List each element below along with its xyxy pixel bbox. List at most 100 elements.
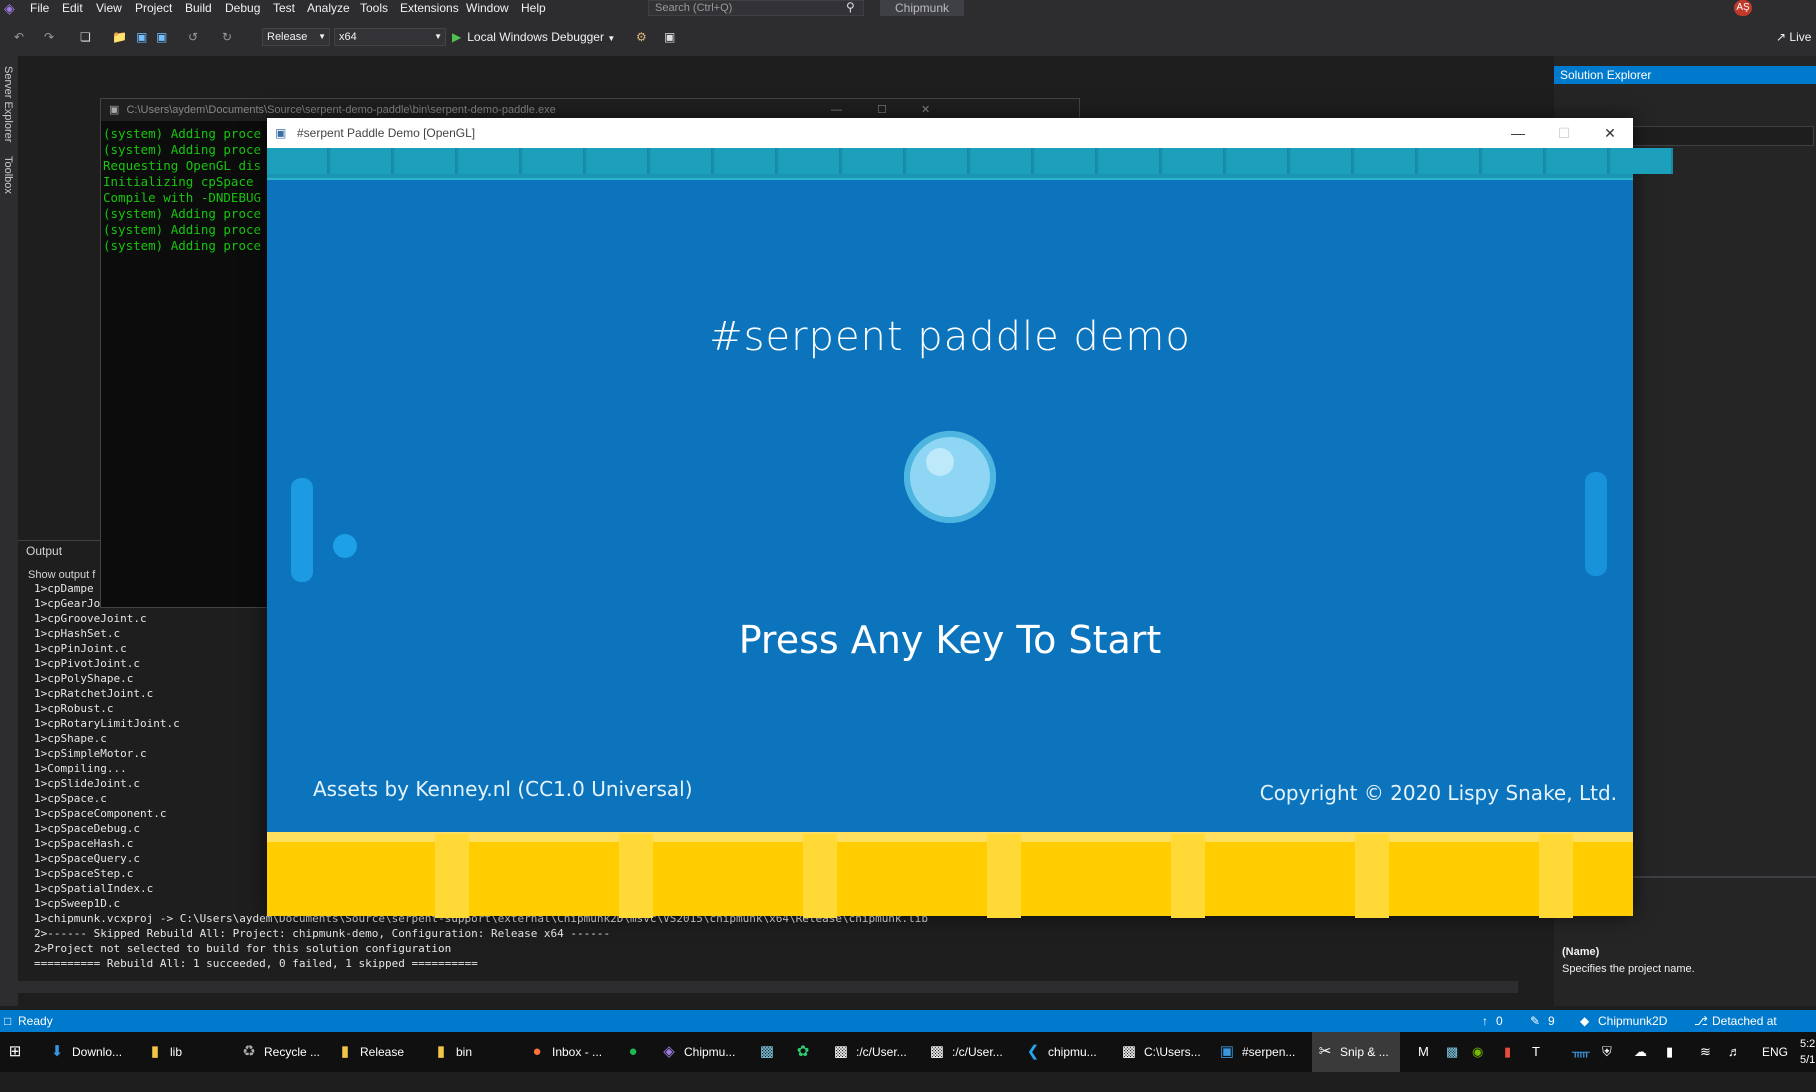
console-line: (system) Adding proce xyxy=(103,126,262,141)
wall-brick xyxy=(459,148,521,174)
taskbar-item-console[interactable]: ▩ C:\Users... xyxy=(1120,1032,1201,1072)
taskbar-item-app2[interactable]: ✿ xyxy=(794,1032,818,1072)
edit-count[interactable]: 9 xyxy=(1548,1010,1555,1032)
taskbar-item-bin[interactable]: ▮ bin xyxy=(432,1032,472,1072)
save-icon[interactable]: ▣ xyxy=(136,30,147,44)
taskbar-item-spotify[interactable]: ● xyxy=(624,1032,648,1072)
game-window-icon: ▣ xyxy=(1219,1043,1235,1060)
menu-help[interactable]: Help xyxy=(521,0,546,16)
open-folder-icon[interactable]: 📁 xyxy=(112,30,127,44)
property-name: (Name) xyxy=(1562,946,1600,958)
tray-app-icon[interactable]: ▮ xyxy=(1504,1032,1511,1072)
screenshot-icon[interactable]: ▣ xyxy=(664,30,675,44)
menu-file[interactable]: File xyxy=(30,0,49,16)
back-icon[interactable]: ↶ xyxy=(14,30,24,44)
taskbar-item-lib[interactable]: ▮ lib xyxy=(146,1032,182,1072)
solution-explorer-title[interactable]: Solution Explorer xyxy=(1554,66,1816,84)
menu-edit[interactable]: Edit xyxy=(62,0,83,16)
output-line: 1>cpGrooveJoint.c xyxy=(34,612,147,625)
tray-vpn-icon[interactable]: ▩ xyxy=(1446,1032,1458,1072)
clock-date[interactable]: 5/1 xyxy=(1800,1052,1815,1092)
live-share-button[interactable]: ↗ Live xyxy=(1776,30,1811,44)
tray-nvidia-icon[interactable]: ◉ xyxy=(1472,1032,1483,1072)
toolbox-tab[interactable]: Toolbox xyxy=(0,156,14,194)
terminal-icon: ▩ xyxy=(833,1043,849,1060)
output-line: 2>Project not selected to build for this… xyxy=(34,942,452,955)
undo-icon[interactable]: ↺ xyxy=(188,30,198,44)
menu-tools[interactable]: Tools xyxy=(360,0,388,16)
menu-project[interactable]: Project xyxy=(135,0,172,16)
taskbar-item-release[interactable]: ▮ Release xyxy=(336,1032,404,1072)
up-count[interactable]: 0 xyxy=(1496,1010,1503,1032)
start-prompt: Press Any Key To Start xyxy=(738,618,1162,662)
wifi-icon[interactable]: ≋ xyxy=(1700,1032,1711,1072)
taskbar-item-snip[interactable]: ✂ Snip & ... xyxy=(1312,1032,1400,1072)
horizontal-scrollbar[interactable] xyxy=(18,981,1518,993)
taskbar-item-recycle[interactable]: ♻ Recycle ... xyxy=(240,1032,320,1072)
taskbar-item-visual-studio[interactable]: ◈ Chipmu... xyxy=(660,1032,735,1072)
taskbar-item-firefox[interactable]: ● Inbox - ... xyxy=(528,1032,602,1072)
tray-gmail-icon[interactable]: M xyxy=(1418,1032,1429,1072)
branch-icon: ⎇ xyxy=(1694,1014,1708,1028)
game-minimize-icon[interactable]: — xyxy=(1495,118,1541,148)
taskbar-item-terminal-2[interactable]: ▩:/c/User... xyxy=(928,1032,1003,1072)
start-button[interactable]: ⊞ xyxy=(6,1032,30,1072)
play-icon: ▶ xyxy=(452,30,462,44)
tray-text-icon[interactable]: T xyxy=(1532,1032,1540,1072)
menu-test[interactable]: Test xyxy=(273,0,295,16)
ball-highlight xyxy=(926,448,954,476)
repo-name[interactable]: Chipmunk2D xyxy=(1598,1010,1667,1032)
attach-icon[interactable]: ⚙ xyxy=(636,30,647,44)
snip-icon: ✂ xyxy=(1318,1043,1332,1060)
game-close-icon[interactable]: ✕ xyxy=(1587,118,1633,148)
taskbar-item-app[interactable]: ▩ xyxy=(758,1032,782,1072)
save-all-icon[interactable]: ▣ xyxy=(156,30,167,44)
wall-brick xyxy=(843,148,905,174)
redo-icon[interactable]: ↻ xyxy=(222,30,232,44)
search-input[interactable]: Search (Ctrl+Q) xyxy=(648,0,864,16)
server-explorer-tab[interactable]: Server Explorer xyxy=(0,66,14,142)
taskbar-item-vscode[interactable]: ❮ chipmu... xyxy=(1024,1032,1097,1072)
taskbar-item-game[interactable]: ▣ #serpen... xyxy=(1218,1032,1295,1072)
output-line: 1>cpRatchetJoint.c xyxy=(34,687,154,700)
game-maximize-icon[interactable]: ☐ xyxy=(1541,118,1587,148)
menu-view[interactable]: View xyxy=(96,0,122,16)
console-line: Initializing cpSpace xyxy=(103,174,254,189)
run-debugger-button[interactable]: ▶ Local Windows Debugger ▼ xyxy=(452,28,615,46)
side-tabs xyxy=(0,56,18,1006)
taskbar-item-downloads[interactable]: ⬇ Downlo... xyxy=(48,1032,122,1072)
menu-extensions[interactable]: Extensions xyxy=(400,0,459,16)
menu-window[interactable]: Window xyxy=(466,0,509,16)
menu-build[interactable]: Build xyxy=(185,0,212,16)
user-avatar[interactable]: AŞ xyxy=(1734,0,1752,16)
search-icon[interactable]: ⚲ xyxy=(846,0,855,14)
platform-select[interactable]: x64 ▼ xyxy=(334,28,446,46)
game-window[interactable]: ▣ #serpent Paddle Demo [OpenGL] — ☐ ✕ #s… xyxy=(267,118,1673,918)
game-titlebar[interactable]: ▣ #serpent Paddle Demo [OpenGL] — ☐ ✕ xyxy=(267,118,1633,148)
menu-debug[interactable]: Debug xyxy=(225,0,260,16)
output-line: 1>cpSimpleMotor.c xyxy=(34,747,147,760)
onedrive-icon[interactable]: ☁ xyxy=(1634,1032,1647,1072)
battery-icon[interactable]: ▮ xyxy=(1666,1032,1673,1072)
language-indicator[interactable]: ENG xyxy=(1762,1032,1788,1072)
console-line: (system) Adding proce xyxy=(103,238,262,253)
volume-icon[interactable]: ♬ xyxy=(1728,1032,1741,1072)
output-line: 1>cpShape.c xyxy=(34,732,107,745)
bluetooth-icon[interactable]: ᚅ xyxy=(1572,1032,1590,1072)
chart-icon: ▩ xyxy=(759,1043,775,1060)
configuration-select[interactable]: Release ▼ xyxy=(262,28,330,46)
right-paddle xyxy=(1585,472,1607,576)
wall-brick xyxy=(1291,148,1353,174)
up-arrow-icon: ↑ xyxy=(1482,1014,1488,1028)
output-line: 1>cpRobust.c xyxy=(34,702,114,715)
menu-analyze[interactable]: Analyze xyxy=(307,0,350,16)
forward-icon[interactable]: ↷ xyxy=(44,30,54,44)
output-line: 1>cpSpaceComponent.c xyxy=(34,807,167,820)
wall-brick xyxy=(395,148,457,174)
output-line: 1>cpPivotJoint.c xyxy=(34,657,140,670)
defender-icon[interactable]: ⛨ xyxy=(1602,1032,1612,1072)
new-project-icon[interactable]: ❏ xyxy=(80,30,91,44)
output-title[interactable]: Output xyxy=(26,544,62,558)
taskbar-item-terminal-1[interactable]: ▩:/c/User... xyxy=(832,1032,907,1072)
wall-brick xyxy=(1547,148,1609,174)
